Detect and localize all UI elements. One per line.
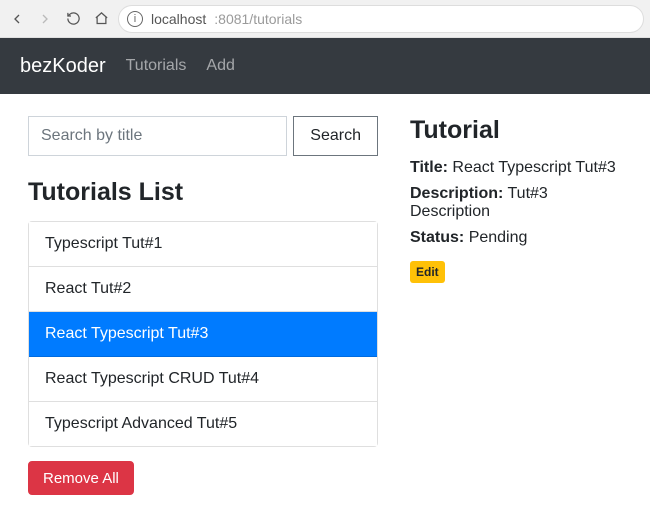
reload-icon[interactable] — [62, 8, 84, 30]
list-item[interactable]: React Typescript CRUD Tut#4 — [29, 357, 377, 402]
url-host: localhost — [151, 11, 206, 27]
detail-title-value: React Typescript Tut#3 — [452, 159, 615, 176]
browser-toolbar: i localhost :8081/tutorials — [0, 0, 650, 38]
nav-link-tutorials[interactable]: Tutorials — [126, 57, 187, 75]
brand[interactable]: bezKoder — [20, 55, 106, 78]
right-column: Tutorial Title: React Typescript Tut#3 D… — [410, 116, 622, 495]
search-button[interactable]: Search — [293, 116, 378, 156]
detail-status-value: Pending — [469, 229, 528, 246]
detail-description-label: Description: — [410, 185, 503, 202]
list-item[interactable]: Typescript Tut#1 — [29, 222, 377, 267]
nav-link-add[interactable]: Add — [206, 57, 234, 75]
tutorials-list: Typescript Tut#1 React Tut#2 React Types… — [28, 221, 378, 447]
list-item[interactable]: React Tut#2 — [29, 267, 377, 312]
site-info-icon[interactable]: i — [127, 11, 143, 27]
detail-description-row: Description: Tut#3 Description — [410, 185, 622, 221]
list-item[interactable]: React Typescript Tut#3 — [29, 312, 377, 357]
forward-icon[interactable] — [34, 8, 56, 30]
detail-title-label: Title: — [410, 159, 448, 176]
detail-status-row: Status: Pending — [410, 229, 622, 247]
back-icon[interactable] — [6, 8, 28, 30]
url-path: :8081/tutorials — [214, 11, 302, 27]
edit-badge[interactable]: Edit — [410, 261, 445, 283]
app-navbar: bezKoder Tutorials Add — [0, 38, 650, 94]
address-bar[interactable]: i localhost :8081/tutorials — [118, 5, 644, 33]
list-heading: Tutorials List — [28, 178, 378, 207]
list-item[interactable]: Typescript Advanced Tut#5 — [29, 402, 377, 446]
detail-heading: Tutorial — [410, 116, 622, 145]
left-column: Search Tutorials List Typescript Tut#1 R… — [28, 116, 378, 495]
detail-title-row: Title: React Typescript Tut#3 — [410, 159, 622, 177]
remove-all-button[interactable]: Remove All — [28, 461, 134, 495]
search-row: Search — [28, 116, 378, 156]
detail-status-label: Status: — [410, 229, 464, 246]
main-container: Search Tutorials List Typescript Tut#1 R… — [0, 94, 650, 517]
home-icon[interactable] — [90, 8, 112, 30]
search-input[interactable] — [28, 116, 287, 156]
